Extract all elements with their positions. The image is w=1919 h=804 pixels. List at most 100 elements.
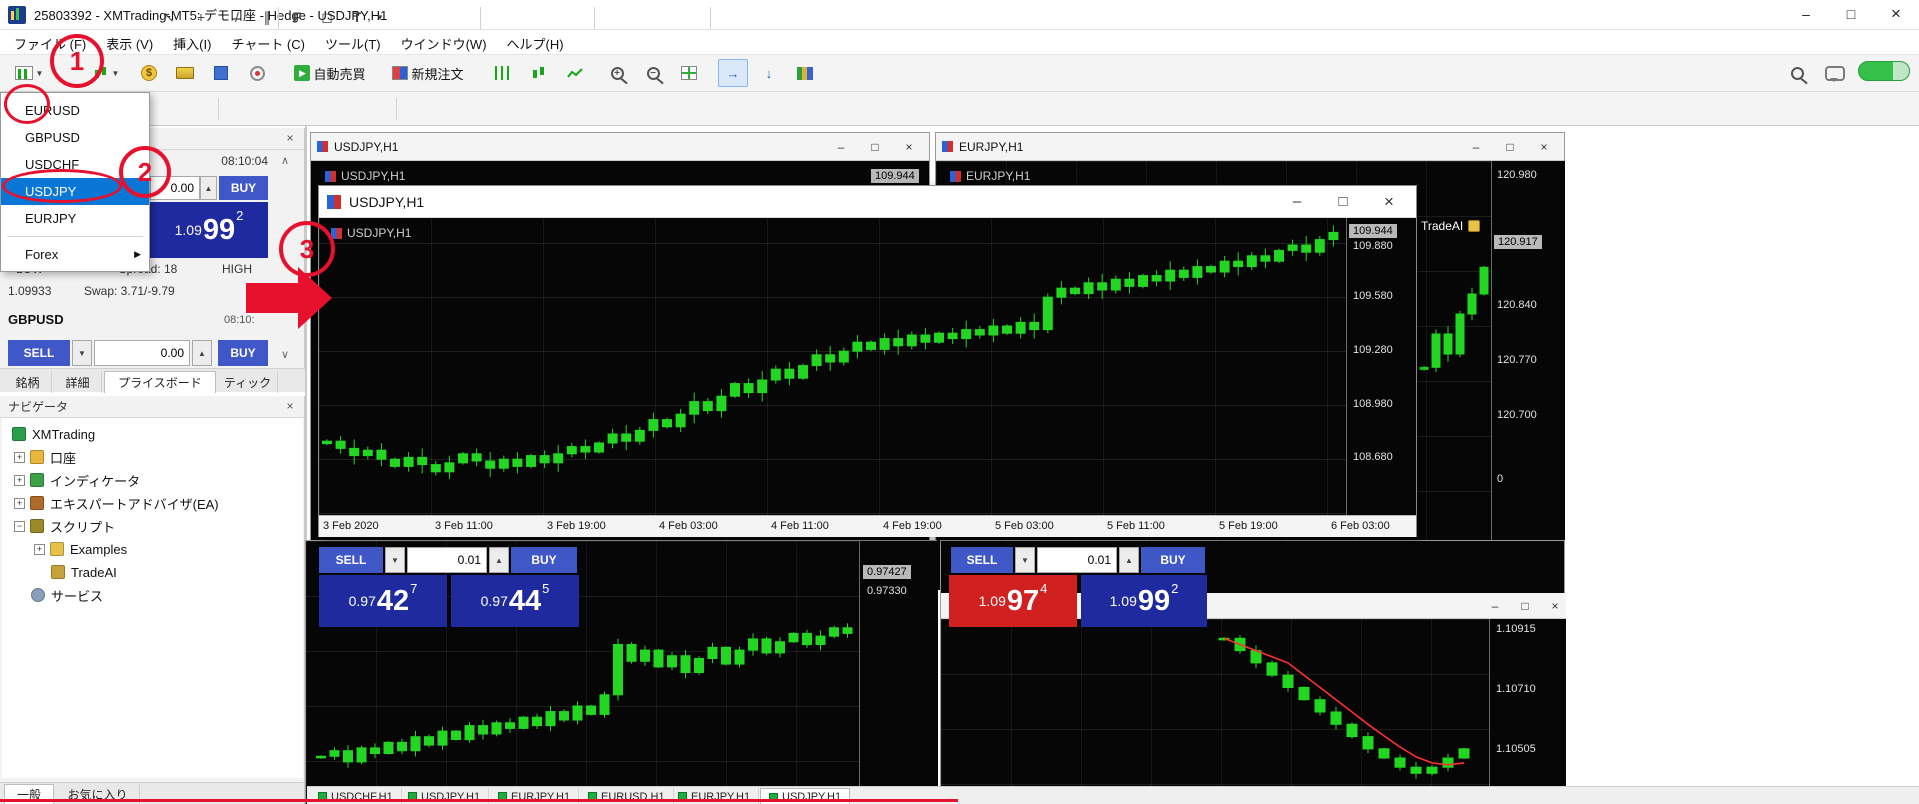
new-order-button[interactable]: 新規注文 [380,59,476,87]
buy-price-button[interactable]: 1.09992 [1081,575,1207,627]
buy-price-button[interactable]: 0.97445 [451,575,579,627]
menu-tools[interactable]: ツール(T) [315,30,391,55]
chart-close-button[interactable]: × [1530,136,1558,158]
arrange-horizontal-button[interactable]: → [718,59,748,87]
tree-item-tradeai[interactable]: TradeAI [51,562,117,582]
window-close-button[interactable]: × [1874,0,1918,28]
order-type-dropdown[interactable]: ▼ [1015,547,1035,573]
price-scale[interactable]: 109.944 109.880 109.580 109.280 108.980 … [1346,218,1416,515]
auto-trading-button[interactable]: ▶自動売買 [284,59,376,87]
price-scale[interactable]: 120.980 120.917 120.840 120.770 120.700 … [1491,161,1565,590]
chart-window-titlebar[interactable]: USDJPY,H1 – □ × [311,133,929,161]
menu-item-gbpusd[interactable]: GBPUSD [1,124,149,151]
volume-up-stepper[interactable]: ▲ [1119,547,1139,573]
volume-up-stepper[interactable]: ▲ [489,547,509,573]
buy-button[interactable]: BUY [1141,547,1205,573]
signals-button[interactable] [242,59,272,87]
tab-symbols[interactable]: 銘柄 [4,371,52,393]
tree-item-indicators[interactable]: +インディケータ [14,470,140,490]
volume-up-stepper-2[interactable]: ▲ [192,340,212,366]
shapes-tool-button[interactable]: ◻ [314,4,340,30]
search-button[interactable] [1782,59,1812,87]
volume-field-2[interactable]: 0.00 [94,340,190,366]
tab-ticks[interactable]: ティック [218,371,278,393]
volume-field[interactable]: 0.01 [1037,547,1117,573]
zoom-out-button[interactable]: − [638,59,668,87]
menu-view[interactable]: 表示 (V) [96,30,163,55]
zoom-in-button[interactable]: + [602,59,632,87]
chart-close-button[interactable]: × [895,136,923,158]
chart-minimize-button[interactable]: – [1278,191,1316,213]
buy-button[interactable]: BUY [511,547,577,573]
navigator-close-button[interactable]: × [282,398,298,414]
tree-item-services[interactable]: サービス [31,585,103,605]
volume-up-stepper[interactable]: ▲ [200,176,217,200]
chart-maximize-button[interactable]: □ [1496,136,1524,158]
buy-button[interactable]: BUY [218,340,268,366]
trendline-tool-button[interactable]: / [224,4,250,30]
indicator-list-button[interactable] [790,59,820,87]
volume-field[interactable]: 0.01 [407,547,487,573]
buy-big-button[interactable]: 1.09992 [150,202,268,258]
sell-button[interactable]: SELL [951,547,1013,573]
tab-details[interactable]: 詳細 [54,371,102,393]
chart-minimize-button[interactable]: – [1481,595,1509,617]
tree-item-examples[interactable]: +Examples [34,539,127,559]
expand-toggle-icon[interactable]: + [14,475,25,486]
buy-label-button[interactable]: BUY [219,176,268,200]
deposit-button[interactable]: $ [134,59,164,87]
chart-window-usdchf[interactable]: 0.97427 0.97330 SELL ▼ 0.01 ▲ BUY 0.9742… [305,540,937,804]
menu-help[interactable]: ヘルプ(H) [497,30,574,55]
crosshair-tool-button[interactable]: + [188,4,214,30]
tab-priceboard[interactable]: プライスボード [104,371,216,393]
chart-window-eurusd[interactable]: – □ × 1.10915 1.10710 1.10505 SELL ▼ 0.0… [940,540,1565,804]
gold-button[interactable] [170,59,200,87]
expand-toggle-icon[interactable]: + [34,544,45,555]
tree-item-experts[interactable]: +エキスパートアドバイザ(EA) [14,493,219,513]
chart-maximize-button[interactable]: □ [861,136,889,158]
fibonacci-tool-button[interactable]: F [284,4,310,30]
menu-chart[interactable]: チャート (C) [221,30,315,55]
window-minimize-button[interactable]: – [1784,0,1828,28]
order-type-dropdown[interactable]: ▼ [385,547,405,573]
arrange-vertical-button[interactable]: ↓ [754,59,784,87]
collapse-toggle-icon[interactable]: − [14,521,25,532]
tradeai-object-label[interactable]: TradeAI [1421,219,1480,233]
scroll-down-icon[interactable]: ∨ [281,348,289,361]
sell-button[interactable]: SELL [319,547,383,573]
chart-maximize-button[interactable]: □ [1324,191,1362,213]
expand-toggle-icon[interactable]: + [14,498,25,509]
tile-windows-button[interactable] [674,59,704,87]
new-chart-button[interactable]: ▼ [6,59,52,87]
expand-toggle-icon[interactable]: + [14,452,25,463]
sell-button[interactable]: SELL [8,340,70,366]
market-watch-close-button[interactable]: × [282,130,298,146]
menu-item-eurjpy[interactable]: EURJPY [1,205,149,232]
price-scale[interactable]: 0.97427 0.97330 [859,541,938,804]
text-tool-button[interactable]: T [344,4,370,30]
sell-price-button[interactable]: 1.09974 [949,575,1077,627]
menu-window[interactable]: ウインドウ(W) [391,30,497,55]
sell-price-button[interactable]: 0.97427 [319,575,447,627]
tree-item-xmtrading[interactable]: XMTrading [12,424,95,444]
chart-minimize-button[interactable]: – [827,136,855,158]
time-scale[interactable]: 3 Feb 2020 3 Feb 11:00 3 Feb 19:00 4 Feb… [319,515,1416,537]
chat-button[interactable] [1818,59,1852,87]
menu-item-forex[interactable]: Forex▶ [1,241,149,268]
order-type-dropdown[interactable]: ▼ [72,340,92,366]
chart-maximize-button[interactable]: □ [1511,595,1539,617]
scroll-up-icon[interactable]: ∧ [281,154,289,167]
chart-minimize-button[interactable]: – [1462,136,1490,158]
drawing-tools-dropdown[interactable]: ▼ [372,4,388,30]
symbol-name[interactable]: GBPUSD [8,312,64,327]
line-chart-mode-button[interactable] [560,59,590,87]
chart-window-titlebar[interactable]: EURJPY,H1 – □ × [936,133,1564,161]
chart-window-titlebar[interactable]: USDJPY,H1 – □ × [319,186,1416,218]
menu-insert[interactable]: 挿入(I) [163,30,221,55]
window-restore-button[interactable]: □ [1829,0,1873,28]
tree-item-accounts[interactable]: +口座 [14,447,76,467]
bar-chart-mode-button[interactable] [488,59,518,87]
chart-close-button[interactable]: × [1541,595,1569,617]
chart-plot-area[interactable] [941,619,1489,804]
channel-tool-button[interactable]: ∥ [254,4,280,30]
